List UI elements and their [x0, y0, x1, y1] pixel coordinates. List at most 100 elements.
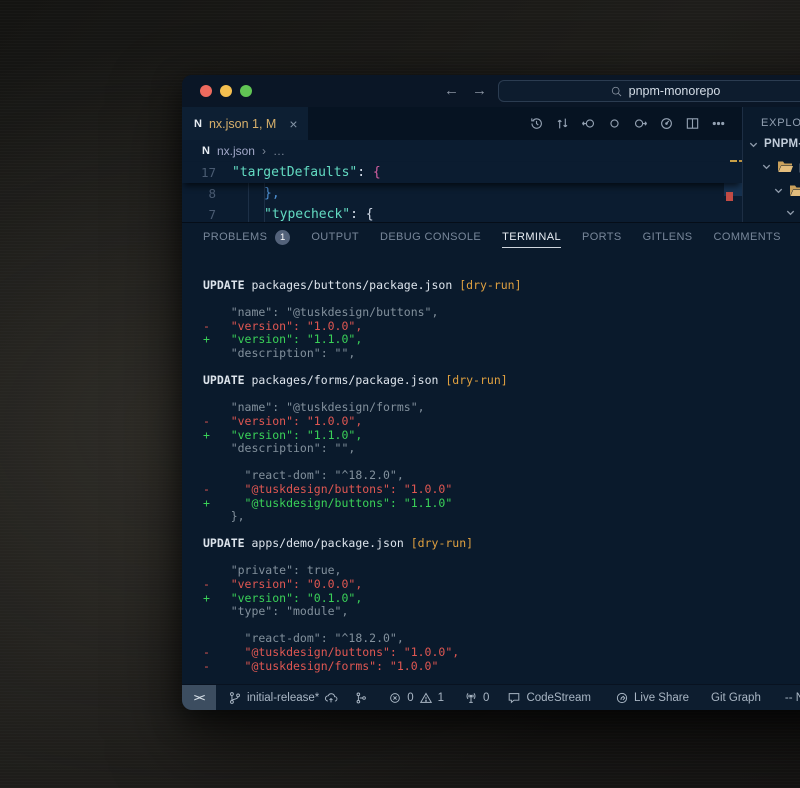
breadcrumb-file[interactable]: nx.json — [217, 144, 255, 158]
panel-tab-label: PORTS — [582, 231, 622, 243]
line-number: 8 — [182, 186, 232, 201]
explorer-folder-row[interactable] — [743, 207, 800, 218]
code-line: 8 }, — [182, 183, 742, 204]
panel-tab-label: DEBUG CONSOLE — [380, 231, 481, 243]
remote-icon: >< — [194, 692, 204, 704]
minimize-window-button[interactable] — [220, 85, 232, 97]
panel-tab[interactable]: PORTS — [582, 223, 622, 251]
indent-guide — [264, 183, 265, 204]
explorer-root-folder[interactable]: PNPM-MONOREPO — [743, 138, 800, 150]
branch-status-item[interactable]: initial-release* — [228, 691, 338, 705]
explorer-sidebar: EXPLORER PNPM-MONOREPO packages — [742, 107, 800, 222]
chevron-down-icon — [761, 161, 772, 172]
codestream-label: CodeStream — [526, 692, 591, 704]
history-icon[interactable] — [529, 116, 544, 131]
explorer-root-label: PNPM-MONOREPO — [764, 138, 800, 150]
code-token: { — [373, 165, 381, 180]
ports-count: 0 — [483, 692, 489, 704]
code-token: : — [357, 165, 373, 180]
indent-guide — [264, 204, 265, 222]
code-token: "typecheck" — [232, 207, 350, 222]
panel-tab-label: TERMINAL — [502, 231, 561, 243]
run-circle-icon[interactable] — [659, 116, 674, 131]
git-branch-icon — [228, 691, 242, 705]
vim-mode-indicator: -- NORMAL — [785, 692, 800, 704]
vim-mode-text: -- NORMAL — [785, 692, 800, 704]
vscode-window: ← → pnpm-monorepo N nx.json 1, M × — [182, 75, 800, 710]
command-center-search[interactable]: pnpm-monorepo — [498, 80, 800, 102]
indent-guide — [248, 183, 249, 204]
sticky-code-line: 17 "targetDefaults": { — [182, 162, 742, 183]
code-token: : { — [350, 207, 373, 222]
warning-count: 1 — [438, 692, 444, 704]
codestream-status-item[interactable]: CodeStream — [507, 691, 591, 705]
branch-name: initial-release* — [247, 692, 319, 704]
close-tab-icon[interactable]: × — [289, 116, 297, 132]
warning-icon — [419, 691, 433, 705]
panel-tab-label: COMMENTS — [714, 231, 781, 243]
breadcrumb-symbol[interactable]: … — [273, 144, 285, 158]
folder-open-icon — [777, 159, 794, 174]
panel-tab-label: GITLENS — [643, 231, 693, 243]
panel-tab[interactable]: COMMENTS — [714, 223, 781, 251]
problems-status-item[interactable]: 0 1 — [388, 691, 444, 705]
panel-tab[interactable]: OUTPUT — [311, 223, 359, 251]
bottom-panel: PROBLEMS 1 OUTPUT DEBUG CONSOLE TERMINAL — [182, 222, 800, 684]
line-number: 7 — [182, 207, 232, 222]
desktop-background: { "colors": { "diff_red": "#e05752", "di… — [0, 0, 800, 788]
git-graph-label: Git Graph — [711, 692, 761, 704]
breadcrumb-separator: › — [262, 144, 266, 158]
window-controls — [200, 85, 252, 97]
editor-pane: N nx.json › … 17 "targetDefaults": { 8 }… — [182, 140, 742, 222]
next-change-icon[interactable] — [633, 116, 648, 131]
panel-tab-label: PROBLEMS — [203, 231, 267, 243]
panel-tab[interactable]: DEBUG CONSOLE — [380, 223, 481, 251]
chevron-down-icon — [748, 139, 759, 150]
live-share-icon — [615, 691, 629, 705]
more-actions-icon[interactable] — [711, 116, 726, 131]
terminal-output: UPDATE packages/buttons/package.json [dr… — [182, 251, 800, 673]
liveshare-label: Live Share — [634, 692, 689, 704]
panel-tab[interactable]: TERMINAL — [502, 223, 561, 251]
panel-tab-label: OUTPUT — [311, 231, 359, 243]
chevron-down-icon — [785, 207, 796, 218]
split-editor-icon[interactable] — [685, 116, 700, 131]
nav-forward-button[interactable]: → — [472, 81, 487, 101]
commit-graph-icon — [354, 691, 368, 705]
breadcrumb: N nx.json › … — [182, 140, 742, 162]
compare-changes-icon[interactable] — [555, 116, 570, 131]
editor-actions — [529, 107, 742, 140]
folder-open-icon — [789, 183, 800, 198]
nav-back-button[interactable]: ← — [444, 81, 459, 101]
editor-tabstrip: N nx.json 1, M × — [182, 107, 742, 140]
code-token: }, — [232, 186, 280, 201]
search-icon — [610, 85, 623, 98]
error-icon — [388, 691, 402, 705]
panel-tabs: PROBLEMS 1 OUTPUT DEBUG CONSOLE TERMINAL — [182, 223, 800, 251]
liveshare-status-item[interactable]: Live Share — [615, 691, 689, 705]
panel-tab[interactable]: PROBLEMS 1 — [203, 223, 290, 251]
radio-tower-icon — [464, 691, 478, 705]
tab-nx-json[interactable]: N nx.json 1, M × — [182, 107, 308, 140]
git-graph-status-item[interactable]: Git Graph — [711, 692, 761, 704]
code-token: "targetDefaults" — [232, 165, 357, 180]
indent-guide — [248, 204, 249, 222]
titlebar: ← → pnpm-monorepo — [182, 75, 800, 107]
close-window-button[interactable] — [200, 85, 212, 97]
maximize-window-button[interactable] — [240, 85, 252, 97]
previous-change-icon[interactable] — [581, 116, 596, 131]
error-count: 0 — [407, 692, 413, 704]
statusbar: >< initial-release* 0 1 0 CodeStream Liv… — [182, 684, 800, 710]
remote-indicator[interactable]: >< — [182, 685, 216, 711]
chevron-down-icon — [773, 185, 784, 196]
minimap-error-mark — [726, 192, 733, 201]
panel-tab[interactable]: GITLENS — [643, 223, 693, 251]
circle-icon[interactable] — [607, 116, 622, 131]
ports-status-item[interactable]: 0 — [464, 691, 489, 705]
code-line: 7 "typecheck": { — [182, 204, 742, 222]
gitlens-status-item[interactable] — [354, 691, 368, 705]
explorer-folder-row[interactable] — [743, 183, 800, 198]
line-number: 17 — [182, 165, 232, 180]
explorer-folder-row[interactable]: packages — [743, 159, 800, 174]
codestream-icon — [507, 691, 521, 705]
